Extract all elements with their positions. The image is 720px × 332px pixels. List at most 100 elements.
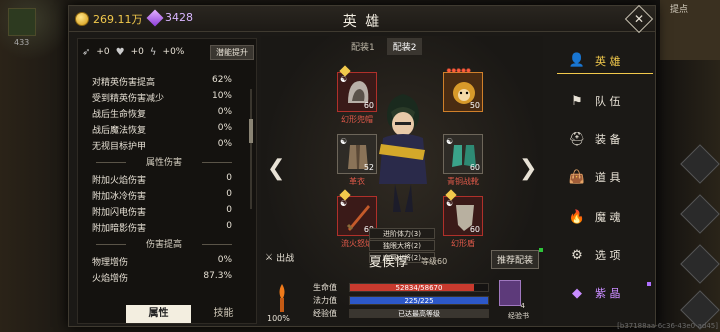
shield-name: 幻形盾 [451, 239, 475, 248]
stat-value: 0 [226, 221, 232, 231]
stat-label: 对精英伤害提高 [92, 78, 156, 88]
section-header-damage-boost: 伤害提高 [86, 237, 242, 251]
hero-icon: 👤 [568, 53, 586, 68]
flame-icon: 🔥 [568, 209, 586, 225]
stat-value: 10% [211, 91, 232, 101]
menu-item-hero[interactable]: 👤 英 雄 [557, 48, 653, 74]
hp-bar: 52834/58670 [349, 283, 489, 292]
loadout-tabs: 配装1 配装2 [345, 38, 423, 55]
torch-icon [279, 284, 285, 312]
hero-portrait[interactable] [365, 88, 441, 218]
attack-icon: ➶ [82, 46, 91, 58]
stat-label: 无视目标护甲 [92, 142, 147, 152]
stat-value: 0 [226, 205, 232, 215]
prev-hero-arrow-icon[interactable]: ❮ [267, 156, 285, 181]
stat-label: 物理增伤 [92, 258, 129, 268]
hp-bonus: +0 [130, 47, 144, 57]
stat-row: 对精英伤害提高 62% [92, 75, 232, 89]
menu-item-crystal[interactable]: ◆ 紫 晶 [557, 280, 653, 306]
hero-skill-tag: 独眼大将(2) [369, 240, 435, 251]
stat-value: 87.3% [203, 271, 232, 281]
hp-text: 52834/58670 [395, 284, 443, 292]
shield-slot[interactable]: ☯ 60 [443, 189, 483, 236]
stats-panel: ➶ +0 ♥ +0 ϟ +0% 潜能提升 对精英伤害提高 62% 受到精英伤害减少… [77, 38, 257, 324]
yin-yang-icon: ☯ [446, 137, 454, 146]
xp-text: 已达最高等级 [398, 310, 440, 318]
stat-value: 0% [217, 123, 232, 133]
exp-book-label: 经验书 [508, 312, 529, 320]
stats-list[interactable]: 对精英伤害提高 62% 受到精英伤害减少 10% 战后生命恢复 0% 战后魔法恢复 0%… [78, 71, 258, 297]
notification-dot [647, 282, 651, 286]
recommend-loadout-button[interactable]: 推荐配装 [490, 250, 539, 269]
exp-book-count: 4 [520, 302, 525, 310]
panel-title: 英 雄 [342, 14, 382, 30]
menu-item-equipment[interactable]: ⛑ 装 备 [557, 126, 653, 152]
stat-row: 战后魔法恢复 0% [92, 123, 232, 137]
tab-skills[interactable]: 技能 [191, 305, 256, 323]
tab-attributes[interactable]: 属性 [126, 305, 191, 323]
menu-label: 道 具 [595, 171, 621, 184]
stat-value: 0 [226, 173, 232, 183]
next-hero-arrow-icon[interactable]: ❯ [519, 156, 537, 181]
slot-level: 60 [469, 225, 480, 234]
boots-slot[interactable]: ☯ 60 [443, 134, 483, 174]
potential-button[interactable]: 潜能提升 [210, 44, 254, 60]
equipment-area: 配装1 配装2 ☯ 60 幻形兜帽 ✹✹✹✹✹ 50 ☯ 52 革衣 ☯ 60 [261, 36, 543, 324]
stats-scrollbar[interactable] [250, 89, 252, 209]
stats-summary: ➶ +0 ♥ +0 ϟ +0% 潜能提升 [82, 43, 254, 61]
stats-scroll-thumb[interactable] [249, 119, 253, 143]
notification-dot [539, 248, 543, 252]
slot-level: 60 [469, 163, 480, 172]
mp-bar: 225/225 [349, 296, 489, 305]
hero-name: 夏侯惇 [369, 255, 409, 270]
stat-label: 附加冰冷伤害 [92, 192, 147, 202]
mp-label: 法力值 [313, 296, 337, 305]
tab-loadout-2[interactable]: 配装2 [386, 38, 423, 55]
menu-label: 队 伍 [595, 95, 621, 108]
hint-label: 提点 [669, 5, 688, 15]
mp-row: 法力值 225/225 [313, 295, 493, 306]
menu-label: 选 项 [595, 249, 621, 262]
stat-value: 0% [217, 255, 232, 265]
minimap-thumbnail[interactable] [8, 8, 36, 36]
flag-icon: ⚑ [571, 93, 583, 109]
tab-loadout-1[interactable]: 配装1 [345, 38, 381, 55]
deploy-label: 出战 [276, 254, 295, 264]
close-icon: ✕ [633, 12, 645, 26]
slot-level: 50 [469, 101, 480, 110]
menu-label: 装 备 [595, 133, 621, 146]
torch-value: 100% [267, 314, 290, 323]
stat-row: 无视目标护甲 0% [92, 139, 232, 153]
hero-skill-tag: 进阶体力(3) [369, 228, 435, 239]
menu-item-soul[interactable]: 🔥 魔 魂 [557, 204, 653, 230]
stat-label: 受到精英伤害减少 [92, 94, 165, 104]
top-bar: 269.11万 3428 英 雄 ✕ [69, 4, 655, 34]
stats-tabs: 属性 技能 [126, 305, 256, 323]
stat-row: 附加火焰伤害 0 [92, 173, 232, 187]
exp-book-icon[interactable] [499, 280, 521, 306]
stat-row: 附加暗影伤害 0 [92, 221, 232, 235]
vitals: 100% 生命值 52834/58670 法力值 225/225 经验值 已达最… [267, 280, 543, 323]
deploy-toggle[interactable]: ⚔ 出战 [265, 251, 295, 265]
stat-value: 0 [226, 189, 232, 199]
gear-icon: ⚙ [571, 247, 583, 263]
yin-yang-icon: ☯ [340, 137, 348, 146]
stat-label: 附加闪电伤害 [92, 208, 147, 218]
stat-row: 附加冰冷伤害 0 [92, 189, 232, 203]
hero-panel: 269.11万 3428 英 雄 ✕ ➶ +0 ♥ +0 ϟ +0% 潜能提升 … [68, 4, 656, 327]
menu-item-team[interactable]: ⚑ 队 伍 [557, 88, 653, 114]
side-menu: 👤 英 雄 ⚑ 队 伍 ⛑ 装 备 👜 道 具 🔥 魔 魂 ⚙ 选 项 ◆ 紫 … [549, 36, 655, 324]
menu-item-items[interactable]: 👜 道 具 [557, 164, 653, 190]
bag-icon: 👜 [568, 169, 586, 185]
session-id: [b37188aa-6c36-43e0-ad45] [617, 322, 718, 330]
stat-row: 战后生命恢复 0% [92, 107, 232, 121]
stat-value: 62% [211, 75, 232, 85]
pet-slot[interactable]: ✹✹✹✹✹ 50 [443, 67, 483, 112]
mp-text: 225/225 [404, 297, 434, 305]
xp-bar: 已达最高等级 [349, 309, 489, 318]
yin-yang-icon: ☯ [446, 199, 454, 208]
stat-value: 0% [217, 139, 232, 149]
yin-yang-icon: ☯ [340, 75, 348, 84]
background-count: 433 [14, 38, 30, 47]
menu-item-options[interactable]: ⚙ 选 项 [557, 242, 653, 268]
